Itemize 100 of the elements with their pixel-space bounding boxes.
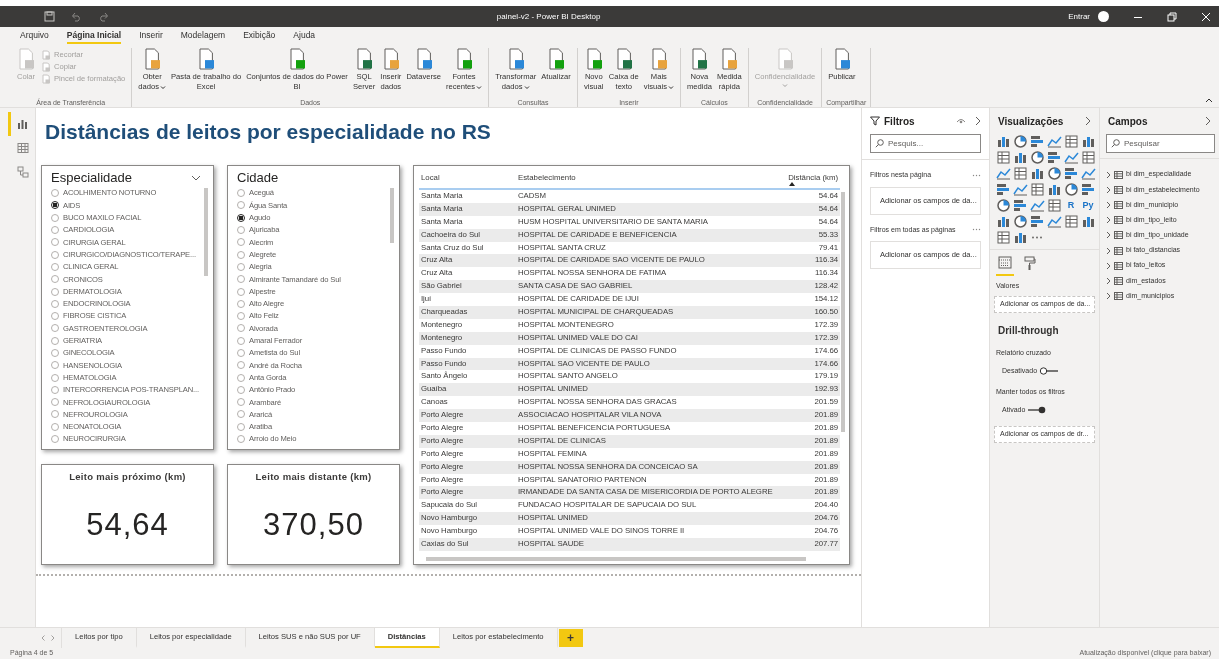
ribbon-tab[interactable]: Exibição — [243, 28, 276, 44]
radio-button[interactable] — [237, 422, 245, 431]
scroll-left-icon[interactable] — [41, 635, 45, 641]
visual-button[interactable]: Py — [1082, 198, 1094, 213]
redo-icon[interactable] — [98, 11, 109, 22]
sign-in-link[interactable]: Entrar — [1068, 10, 1090, 23]
table-icon[interactable] — [1063, 214, 1079, 229]
radio-button[interactable] — [237, 226, 245, 235]
table-icon[interactable] — [1012, 166, 1028, 181]
radio-button[interactable] — [237, 410, 245, 419]
close-icon[interactable] — [1201, 11, 1211, 22]
undo-icon[interactable] — [71, 11, 82, 22]
line-chart-icon[interactable] — [1046, 214, 1062, 229]
ribbon-tab[interactable]: Arquivo — [20, 28, 49, 44]
radio-button[interactable] — [51, 435, 59, 444]
bar-chart-icon[interactable] — [1080, 214, 1096, 229]
line-chart-icon[interactable] — [995, 166, 1011, 181]
radio-button[interactable] — [237, 435, 245, 444]
radio-button[interactable] — [51, 250, 59, 259]
ribbon-tab[interactable]: Ajuda — [293, 28, 316, 44]
chevron-right-icon[interactable] — [1084, 116, 1091, 126]
collapse-icon[interactable] — [1205, 97, 1213, 103]
pane-tab[interactable] — [996, 254, 1014, 276]
radio-button[interactable] — [51, 336, 59, 345]
radio-button[interactable] — [237, 262, 245, 271]
bar-chart-icon[interactable] — [1046, 150, 1062, 165]
line-chart-icon[interactable] — [1046, 134, 1062, 149]
save-icon[interactable] — [44, 11, 55, 22]
chevron-right-icon[interactable] — [1204, 116, 1211, 126]
pie-chart-icon[interactable] — [1012, 214, 1028, 229]
scrollbar-thumb[interactable] — [841, 192, 845, 432]
radio-button[interactable] — [51, 226, 59, 235]
radio-button[interactable] — [51, 361, 59, 370]
search-field[interactable]: Pesquisar — [1106, 134, 1215, 153]
more-icon[interactable] — [1031, 236, 1043, 239]
table-icon[interactable] — [1080, 150, 1096, 165]
bar-chart-icon[interactable] — [1029, 166, 1045, 181]
radio-button[interactable] — [237, 213, 245, 222]
pie-chart-icon[interactable] — [1012, 134, 1028, 149]
bar-chart-icon[interactable] — [1029, 134, 1045, 149]
radio-button[interactable] — [237, 312, 245, 321]
ribbon-tab[interactable]: Modelagem — [180, 28, 226, 44]
bar-chart-icon[interactable] — [1080, 182, 1096, 197]
radio-button[interactable] — [51, 398, 59, 407]
eye-icon[interactable] — [956, 117, 966, 125]
table-icon[interactable] — [995, 230, 1011, 245]
add-page-button[interactable]: + — [558, 629, 583, 647]
visual-button[interactable]: R — [1067, 198, 1075, 213]
radio-button[interactable] — [51, 238, 59, 247]
radio-button[interactable] — [51, 299, 59, 308]
radio-button[interactable] — [51, 201, 59, 210]
restore-icon[interactable] — [1167, 11, 1177, 22]
radio-button[interactable] — [237, 336, 245, 345]
radio-button[interactable] — [237, 250, 245, 259]
pie-chart-icon[interactable] — [1046, 166, 1062, 181]
bar-chart-icon[interactable] — [1012, 230, 1028, 245]
radio-button[interactable] — [51, 349, 59, 357]
radio-button[interactable] — [237, 275, 245, 284]
radio-button[interactable] — [237, 238, 245, 247]
scrollbar-thumb[interactable] — [204, 188, 208, 276]
radio-button[interactable] — [51, 410, 59, 419]
bar-chart-icon[interactable] — [1046, 182, 1062, 197]
table-icon[interactable] — [995, 150, 1011, 165]
pie-chart-icon[interactable] — [1063, 182, 1079, 197]
radio-button[interactable] — [237, 361, 245, 370]
radio-button[interactable] — [237, 189, 245, 198]
radio-button[interactable] — [51, 385, 59, 394]
bar-chart-icon[interactable] — [995, 214, 1011, 229]
line-chart-icon[interactable] — [1029, 198, 1045, 213]
radio-button[interactable] — [51, 275, 59, 284]
radio-button[interactable] — [51, 189, 59, 198]
chevron-right-icon[interactable] — [974, 116, 981, 126]
radio-button[interactable] — [237, 398, 245, 407]
bar-chart-icon[interactable] — [995, 182, 1011, 197]
table-icon[interactable] — [1029, 182, 1045, 197]
pie-chart-icon[interactable] — [995, 198, 1011, 213]
line-chart-icon[interactable] — [1012, 182, 1028, 197]
radio-button[interactable] — [237, 349, 245, 357]
bar-chart-icon[interactable] — [1029, 214, 1045, 229]
radio-button[interactable] — [237, 324, 245, 333]
radio-button[interactable] — [51, 373, 59, 382]
table-icon[interactable] — [1046, 198, 1062, 213]
bar-chart-icon[interactable] — [1080, 134, 1096, 149]
radio-button[interactable] — [237, 201, 245, 210]
avatar-icon[interactable] — [1098, 11, 1109, 22]
scrollbar-thumb[interactable] — [390, 188, 394, 243]
radio-button[interactable] — [237, 299, 245, 308]
radio-button[interactable] — [51, 324, 59, 333]
radio-button[interactable] — [51, 312, 59, 321]
bar-chart-icon[interactable] — [1063, 166, 1079, 181]
pie-chart-icon[interactable] — [1029, 150, 1045, 165]
scroll-right-icon[interactable] — [51, 635, 55, 641]
radio-button[interactable] — [51, 213, 59, 222]
bar-chart-icon[interactable] — [995, 134, 1011, 149]
line-chart-icon[interactable] — [1080, 166, 1096, 181]
radio-button[interactable] — [237, 373, 245, 382]
chevron-down-icon[interactable] — [191, 175, 201, 181]
radio-button[interactable] — [51, 262, 59, 271]
search-field[interactable]: Pesquis... — [870, 134, 981, 153]
line-chart-icon[interactable] — [1063, 150, 1079, 165]
